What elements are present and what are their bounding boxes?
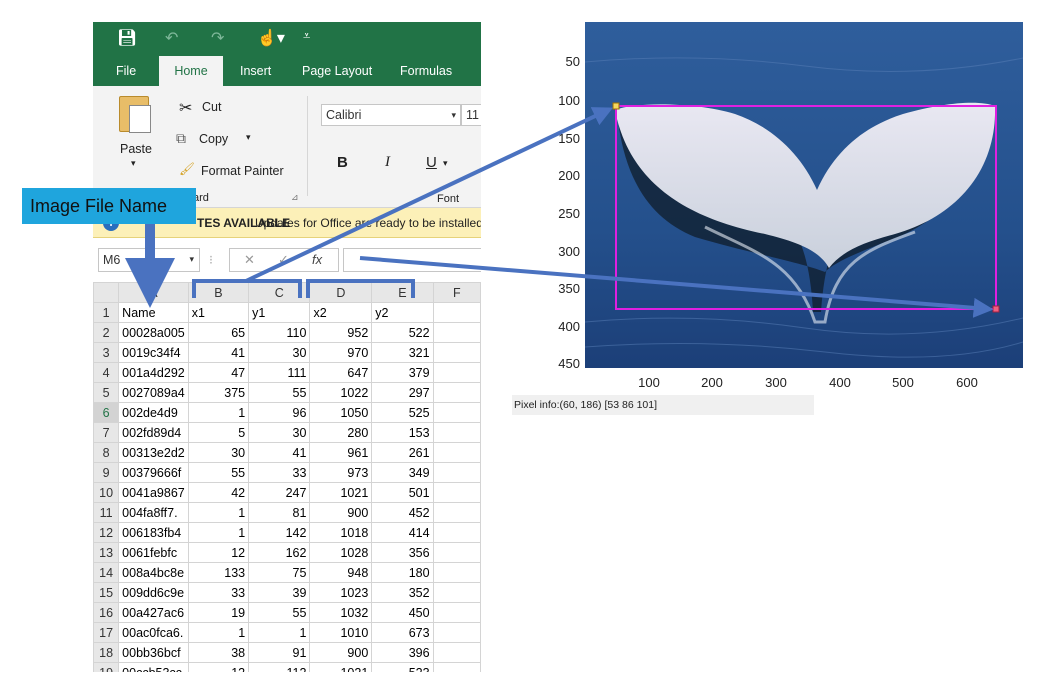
x1y1-bracket <box>192 279 302 298</box>
x1y1-to-top-left-arrow <box>245 107 614 283</box>
annotation-overlay <box>125 107 994 318</box>
image-file-name-callout: Image File Name <box>22 188 196 224</box>
figure-canvas: 💾︎ ↶ ↷ ☝▾ ⩡ File Home Insert Page Layout… <box>0 0 1040 696</box>
x2y2-to-bottom-right-arrow <box>359 256 994 318</box>
x2y2-bracket <box>306 279 415 298</box>
